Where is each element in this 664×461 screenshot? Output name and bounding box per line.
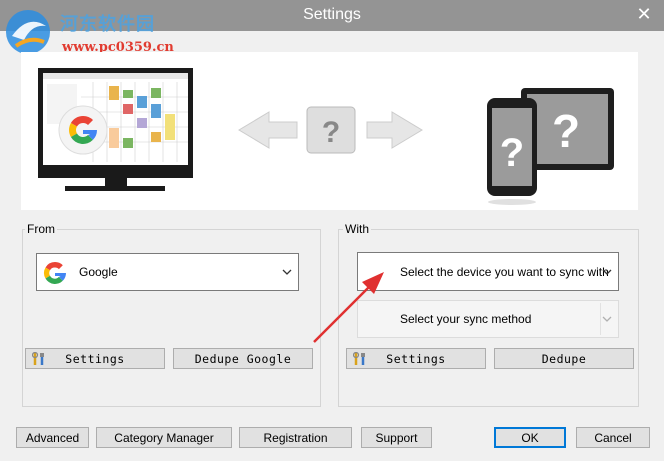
with-settings-button[interactable]: Settings [346,348,486,369]
annotation-arrow-icon [313,272,384,343]
from-group-label: From [25,222,57,236]
registration-button[interactable]: Registration [239,427,352,448]
svg-text:?: ? [500,131,524,175]
watermark: 河东软件园 www.pc0359.cn [2,2,202,58]
dedupe-google-button[interactable]: Dedupe Google [173,348,313,369]
with-group-label: With [343,222,371,236]
sync-banner: ? ? ? [21,52,638,210]
sync-method-select[interactable]: Select your sync method [357,300,619,338]
support-label: Support [375,430,418,445]
category-manager-label: Category Manager [114,430,214,445]
arrow-right-icon [366,111,423,149]
source-select[interactable]: Google [36,253,299,291]
sync-illustration: ? ? ? [38,68,614,205]
dedupe-button[interactable]: Dedupe [494,348,634,369]
close-icon[interactable]: ✕ [634,3,654,25]
from-settings-label: Settings [65,351,125,366]
chevron-down-icon [602,316,612,322]
tools-icon [32,352,44,365]
category-manager-button[interactable]: Category Manager [96,427,232,448]
phone-icon: ? [487,98,537,205]
device-select-value: Select the device you want to sync with [400,264,609,279]
support-button[interactable]: Support [361,427,432,448]
source-select-value: Google [79,265,118,279]
cancel-label: Cancel [594,430,632,445]
watermark-logo-icon [6,10,50,54]
cancel-button[interactable]: Cancel [576,427,650,448]
ok-label: OK [521,430,539,445]
chevron-down-icon [602,269,612,275]
dedupe-label: Dedupe [541,351,587,366]
ok-button[interactable]: OK [494,427,566,448]
sync-method-value: Select your sync method [400,312,532,326]
tools-icon [353,352,365,365]
arrow-left-icon [238,111,298,149]
chevron-down-icon [282,269,292,275]
monitor-icon [38,68,193,191]
device-select[interactable]: Select the device you want to sync with [357,252,619,291]
google-icon [44,261,67,285]
registration-label: Registration [263,430,328,445]
advanced-button[interactable]: Advanced [16,427,89,448]
svg-text:?: ? [552,105,580,157]
with-settings-label: Settings [386,351,446,366]
dedupe-google-label: Dedupe Google [194,351,292,366]
advanced-label: Advanced [25,430,80,445]
svg-text:?: ? [322,116,340,149]
question-box-icon: ? [306,106,356,154]
from-settings-button[interactable]: Settings [25,348,165,369]
watermark-site-name: 河东软件园 [60,14,155,35]
